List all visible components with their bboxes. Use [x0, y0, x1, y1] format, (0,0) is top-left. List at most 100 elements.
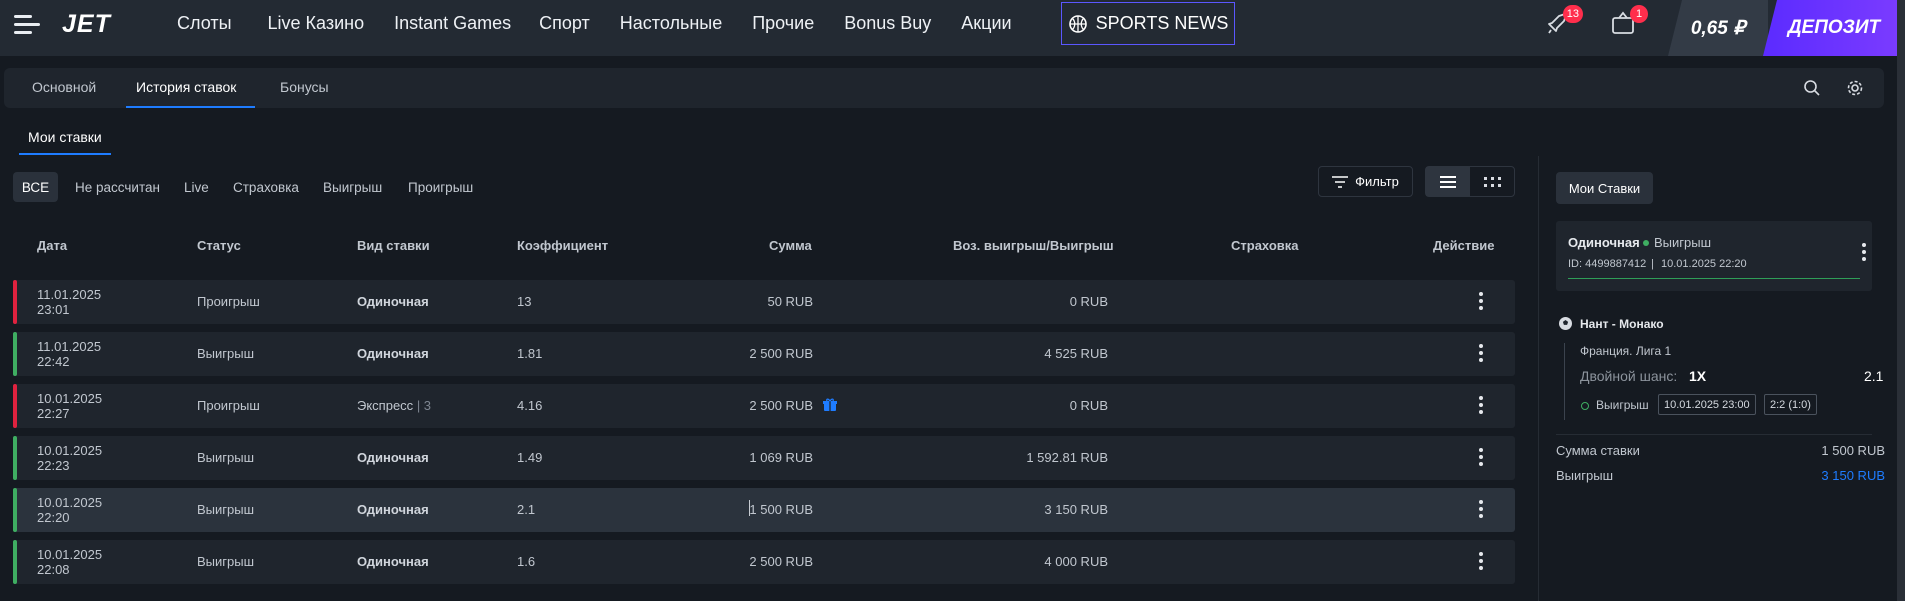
bet-status: Выигрыш	[197, 502, 255, 517]
filter-button[interactable]: Фильтр	[1318, 166, 1413, 197]
tab-bonuses[interactable]: Бонусы	[280, 79, 329, 95]
bet-slip-button[interactable]: 1	[1610, 5, 1648, 40]
tab-main[interactable]: Основной	[32, 79, 96, 95]
status-bar	[13, 332, 17, 376]
menu-icon[interactable]	[14, 13, 44, 37]
panel-divider	[1538, 156, 1539, 601]
bet-sum: 50 RUB	[767, 294, 813, 309]
bet-coef: 1.6	[517, 554, 536, 569]
bet-winnings: 1 592.81 RUB	[1026, 450, 1108, 465]
more-actions-icon[interactable]	[1478, 552, 1484, 572]
more-actions-icon[interactable]	[1478, 292, 1484, 312]
bet-type: Одиночная	[357, 294, 429, 309]
table-row[interactable]: 10.01.2025 22:27 Проигрыш Экспресс | 3 4.…	[13, 384, 1515, 428]
tab-bet-history[interactable]: История ставок	[136, 79, 236, 95]
active-tab-indicator	[126, 106, 255, 108]
nav-promotions[interactable]: Акции	[961, 13, 1011, 34]
table-row[interactable]: 10.01.2025 22:23 Выигрыш Одиночная 1.49 1…	[13, 436, 1515, 480]
win-label: Выигрыш	[1556, 468, 1614, 483]
score-tag: 2:2 (1:0)	[1764, 394, 1817, 415]
more-actions-icon[interactable]	[1478, 448, 1484, 468]
col-sum: Сумма	[769, 238, 812, 253]
col-date: Дата	[37, 238, 68, 253]
nav-sport[interactable]: Спорт	[539, 13, 590, 34]
filter-won[interactable]: Выигрыш	[323, 180, 382, 195]
more-actions-icon[interactable]	[1478, 500, 1484, 520]
bet-sum: 2 500 RUB	[749, 554, 813, 569]
panel-bet-id: ID: 4499887412	[1568, 258, 1647, 270]
status-bar	[13, 436, 17, 480]
bet-coef: 2.1	[517, 502, 536, 517]
panel-odds: 2.1	[1864, 368, 1884, 384]
bet-sum: 2 500 RUB	[749, 398, 813, 413]
selections-count: | 3	[416, 398, 432, 413]
notifications-badge: 13	[1562, 5, 1583, 23]
bet-winnings: 0 RUB	[1069, 398, 1108, 413]
filter-insurance[interactable]: Страховка	[233, 180, 299, 195]
filter-unsettled[interactable]: Не рассчитан	[75, 180, 160, 195]
balance[interactable]: 0,65 ₽	[1668, 0, 1768, 56]
nav-live-casino[interactable]: Live Казино	[268, 13, 365, 34]
bet-status: Проигрыш	[197, 294, 260, 309]
gift-icon[interactable]	[823, 398, 837, 412]
status-dot	[1643, 240, 1649, 246]
status-bar	[13, 280, 17, 324]
table-row[interactable]: 10.01.2025 22:08 Выигрыш Одиночная 1.6 2 …	[13, 540, 1515, 584]
search-icon[interactable]	[1803, 79, 1821, 97]
status-bar	[13, 488, 17, 532]
bet-status: Проигрыш	[197, 398, 260, 413]
col-coefficient: Коэффициент	[517, 238, 609, 253]
bet-details-card[interactable]: Одиночная Выигрыш ID: 4499887412 | 10.01…	[1556, 221, 1872, 291]
nav-slots[interactable]: Слоты	[177, 13, 232, 34]
col-action: Действие	[1433, 238, 1495, 253]
logo[interactable]: JET	[62, 10, 111, 39]
panel-more-icon[interactable]	[1862, 243, 1866, 261]
sports-news-button[interactable]: SPORTS NEWS	[1061, 2, 1235, 45]
list-view-button[interactable]	[1426, 167, 1470, 196]
scrollbar[interactable]	[1897, 0, 1905, 601]
panel-bet-type: Одиночная	[1568, 235, 1640, 250]
football-icon	[1559, 317, 1572, 330]
col-status: Статус	[197, 238, 241, 253]
bet-date: 10.01.2025 22:20	[37, 495, 103, 525]
result-circle-icon	[1581, 402, 1589, 410]
table-row-selected[interactable]: 10.01.2025 22:20 Выигрыш Одиночная 2.1 1 …	[13, 488, 1515, 532]
table-row[interactable]: 11.01.2025 23:01 Проигрыш Одиночная 13 50…	[13, 280, 1515, 324]
bet-date: 10.01.2025 22:23	[37, 443, 103, 473]
bet-slip-badge: 1	[1630, 5, 1648, 23]
bet-type: Одиночная	[357, 450, 429, 465]
more-actions-icon[interactable]	[1478, 396, 1484, 416]
filter-lost[interactable]: Проигрыш	[408, 180, 473, 195]
bet-sum: 1 069 RUB	[749, 450, 813, 465]
settings-icon[interactable]	[1846, 79, 1864, 97]
bet-status: Выигрыш	[197, 450, 255, 465]
notifications-button[interactable]: 13	[1545, 5, 1583, 40]
tab-my-bets[interactable]: Мои ставки	[28, 129, 102, 145]
nav-other[interactable]: Прочие	[752, 13, 814, 34]
bet-status: Выигрыш	[197, 346, 255, 361]
filter-all[interactable]: ВСЕ	[13, 172, 58, 202]
bet-date: 10.01.2025 22:27	[37, 391, 103, 421]
bet-status: Выигрыш	[197, 554, 255, 569]
bet-sum: 1 500 RUB	[749, 502, 813, 517]
status-bar	[13, 540, 17, 584]
panel-separator	[1556, 434, 1872, 435]
bet-date: 11.01.2025 23:01	[37, 287, 102, 317]
filter-icon	[1332, 175, 1349, 188]
panel-event[interactable]: Нант - Монако	[1580, 317, 1664, 331]
bet-coef: 4.16	[517, 398, 543, 413]
nav-table-games[interactable]: Настольные	[620, 13, 722, 34]
nav-bonus-buy[interactable]: Bonus Buy	[844, 13, 931, 34]
deposit-button[interactable]: ДЕПОЗИТ	[1763, 0, 1905, 56]
filter-live[interactable]: Live	[184, 180, 209, 195]
table-row[interactable]: 11.01.2025 22:42 Выигрыш Одиночная 1.81 2…	[13, 332, 1515, 376]
grid-view-button[interactable]	[1470, 167, 1514, 196]
more-actions-icon[interactable]	[1478, 344, 1484, 364]
nav-instant-games[interactable]: Instant Games	[394, 13, 511, 34]
selection-line	[1564, 343, 1565, 420]
my-bets-panel-tab[interactable]: Мои Ставки	[1556, 172, 1653, 204]
panel-bet-datetime: 10.01.2025 22:20	[1661, 258, 1747, 270]
bet-winnings: 4 525 RUB	[1044, 346, 1108, 361]
panel-result: Выигрыш	[1596, 398, 1649, 412]
bet-type: Одиночная	[357, 346, 429, 361]
